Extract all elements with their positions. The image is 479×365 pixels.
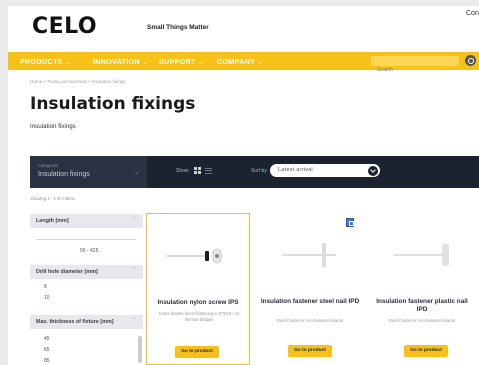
category-value: Insulation fixings (38, 171, 90, 178)
drill-option[interactable]: 10 (44, 295, 50, 301)
breadcrumb[interactable]: Home > Fixing and anchors > Insulation f… (30, 79, 126, 84)
product-card[interactable]: Insulation nylon screw IPS Costs flexibl… (146, 213, 250, 365)
category-label: Categories (38, 163, 59, 168)
filter-scrollbar[interactable] (138, 336, 142, 363)
contact-link[interactable]: Con (466, 10, 479, 17)
page-title: Insulation fixings (30, 94, 196, 114)
main-navigation: PRODUCTS ⌄ INNOVATION ⌄ SUPPORT ⌄ COMPANY ⌄ (8, 52, 479, 75)
nav-products-label: PRODUCTS (20, 57, 63, 66)
page: CELO Small Things Matter Con PRODUCTS ⌄ I… (8, 6, 479, 365)
results-count: Showing 1 - 3 of 3 items (30, 196, 75, 201)
search-box (371, 56, 459, 75)
nav-company[interactable]: COMPANY ⌄ (217, 57, 263, 66)
list-view-icon[interactable] (205, 167, 212, 174)
listing-toolbar: Categories Insulation fixings ⌄ Show Sor… (30, 156, 479, 188)
celo-logo[interactable]: CELO (32, 14, 97, 39)
product-description: Costs flexible direct fastening in ETICS… (158, 311, 240, 322)
length-range-value: 55 - 425 (80, 248, 99, 254)
chevron-up-icon: ˆ (133, 217, 136, 223)
product-name: Insulation fastener steel nail IPD (260, 298, 360, 305)
product-name: Insulation nylon screw IPS (157, 299, 239, 306)
drill-option[interactable]: 8 (44, 284, 47, 290)
search-icon[interactable] (465, 55, 476, 66)
thickness-option[interactable]: 65 (44, 347, 50, 353)
nav-innovation-label: INNOVATION (93, 57, 141, 66)
sort-label: Sort by (251, 168, 267, 174)
length-range-slider[interactable]: 55 - 425 (30, 232, 143, 254)
chevron-up-icon: ˆ (133, 318, 136, 324)
filter-drill-label: Drill hole diameter [mm] (36, 269, 98, 275)
page-subtitle: Insulation fixings (30, 123, 76, 130)
sort-value: Latest arrival (278, 167, 313, 173)
chevron-down-icon: ⌄ (257, 60, 263, 66)
show-label: Show (176, 168, 189, 174)
category-select[interactable]: Categories Insulation fixings ⌄ (30, 156, 147, 188)
go-to-product-button[interactable]: Go to product (404, 345, 448, 357)
chevron-down-icon: ⌄ (64, 60, 71, 66)
product-card[interactable]: Insulation fastener steel nail IPD Direc… (258, 213, 362, 365)
chevron-down-icon: ⌄ (142, 60, 148, 66)
chevron-down-icon (368, 165, 378, 176)
grid-view-icon[interactable] (194, 167, 201, 174)
product-image (282, 243, 336, 267)
product-description: Direct fastener for insulation boards (276, 318, 344, 323)
filter-thickness-label: Max. thickness of fixture [mm] (36, 319, 114, 325)
thickness-option[interactable]: 85 (44, 358, 50, 364)
search-input[interactable] (371, 65, 459, 75)
nav-products[interactable]: PRODUCTS ⌄ (20, 57, 70, 66)
sort-select[interactable]: Latest arrival (270, 164, 380, 177)
product-description: Direct fastener for insulation boards (388, 318, 456, 323)
nav-support-label: SUPPORT (159, 57, 196, 66)
tagline: Small Things Matter (147, 24, 209, 31)
product-image (167, 248, 222, 264)
go-to-product-button[interactable]: Go to product (288, 345, 332, 357)
product-card[interactable]: Insulation fastener plastic nail IPD Dir… (370, 213, 474, 365)
nav-company-label: COMPANY (217, 57, 256, 66)
filter-thickness-header[interactable]: Max. thickness of fixture [mm] ˆ (30, 315, 143, 329)
nav-support[interactable]: SUPPORT ⌄ (159, 57, 203, 66)
product-image (394, 244, 449, 266)
go-to-product-button[interactable]: Go to product (175, 346, 219, 358)
compare-icon[interactable] (346, 218, 354, 227)
nav-innovation[interactable]: INNOVATION ⌄ (93, 57, 147, 66)
slider-track (36, 239, 136, 240)
browser-edge-left (0, 0, 8, 365)
product-name: Insulation fastener plastic nail IPD (376, 298, 468, 313)
filter-length-label: Length [mm] (36, 218, 69, 224)
filter-drill-header[interactable]: Drill hole diameter [mm] ˆ (30, 265, 143, 279)
thickness-option[interactable]: 45 (44, 336, 50, 342)
filter-sidebar: Length [mm] ˆ 55 - 425 Drill hole diamet… (30, 204, 143, 365)
filter-length-header[interactable]: Length [mm] ˆ (30, 214, 143, 228)
chevron-down-icon: ⌄ (134, 169, 140, 176)
chevron-up-icon: ˆ (133, 268, 136, 274)
chevron-down-icon: ⌄ (197, 60, 204, 66)
